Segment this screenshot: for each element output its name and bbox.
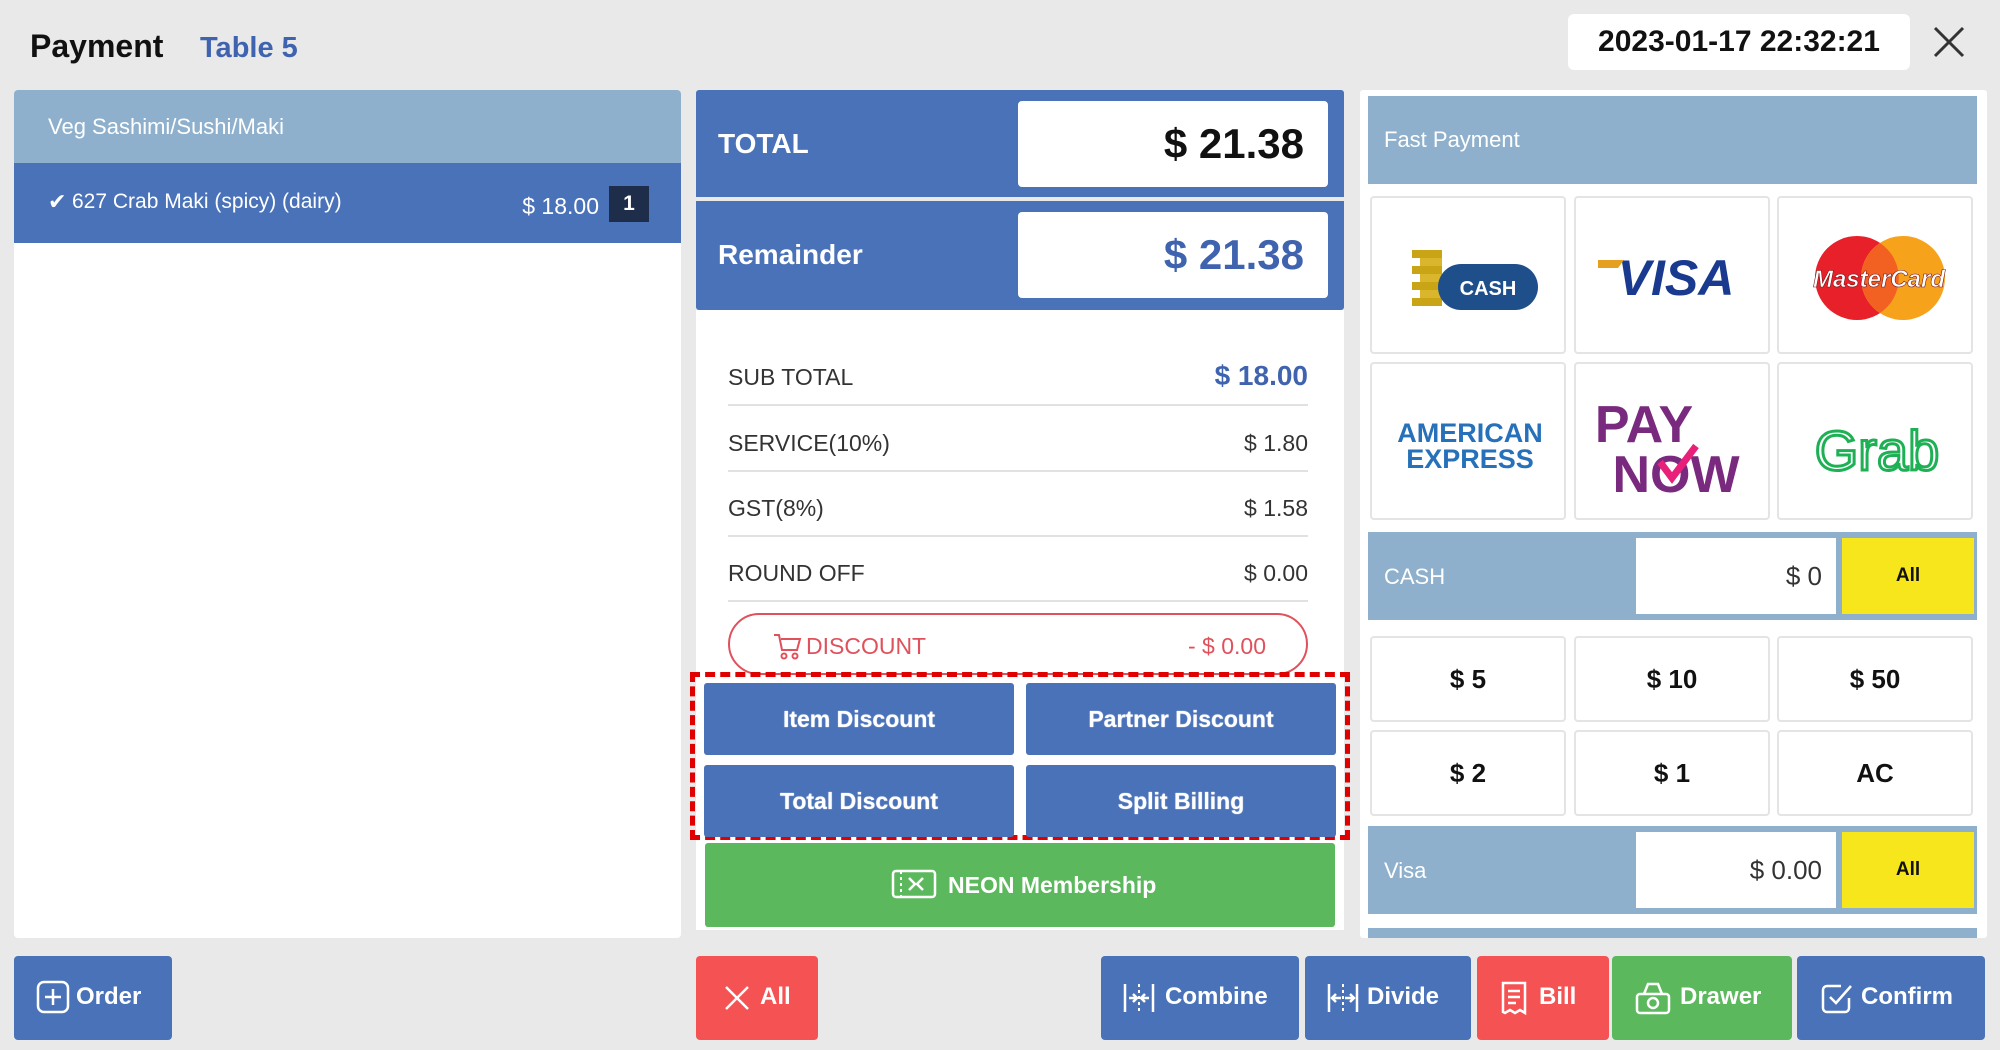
page-title: Payment xyxy=(30,28,164,64)
amex-logo-text-2: EXPRESS xyxy=(1406,444,1534,474)
partner-discount-button[interactable]: Partner Discount xyxy=(1026,683,1336,755)
check-icon: ✔ xyxy=(48,189,67,214)
paynow-icon: PAY NOW xyxy=(1595,396,1741,504)
cash-50-button[interactable]: $ 50 xyxy=(1777,636,1973,722)
split-billing-button[interactable]: Split Billing xyxy=(1026,765,1336,837)
neon-membership-button[interactable]: NEON Membership xyxy=(705,843,1335,927)
close-button[interactable] xyxy=(1925,18,1973,66)
next-amount-row xyxy=(1368,928,1977,938)
total-row: TOTAL $ 21.38 xyxy=(696,90,1344,198)
gst-value: $ 1.58 xyxy=(1244,495,1308,521)
round-off-label: ROUND OFF xyxy=(728,560,865,586)
total-value: $ 21.38 xyxy=(1018,101,1328,187)
mastercard-logo-text: MasterCard xyxy=(1813,266,1946,293)
round-off-value: $ 0.00 xyxy=(1244,560,1308,586)
total-label: TOTAL xyxy=(718,128,809,159)
confirm-button[interactable]: Confirm xyxy=(1797,956,1985,1040)
visa-logo-text: VISA xyxy=(1618,250,1735,306)
mastercard-payment-tile[interactable]: MasterCard xyxy=(1777,196,1973,354)
cash-amount-label: CASH xyxy=(1384,564,1446,589)
order-panel: Veg Sashimi/Sushi/Maki ✔ 627 Crab Maki (… xyxy=(14,90,681,938)
drawer-label: Drawer xyxy=(1680,983,1762,1010)
discount-label: DISCOUNT xyxy=(806,633,927,659)
clear-icon xyxy=(725,986,749,1010)
cash-drawer-icon xyxy=(1635,982,1671,1015)
order-item-quantity: 1 xyxy=(609,186,649,222)
combine-label: Combine xyxy=(1165,983,1268,1010)
visa-payment-tile[interactable]: VISA xyxy=(1574,196,1770,354)
cash-all-button[interactable]: All xyxy=(1842,538,1974,614)
cash-10-button[interactable]: $ 10 xyxy=(1574,636,1770,722)
drawer-button[interactable]: Drawer xyxy=(1612,956,1792,1040)
totals-box: TOTAL $ 21.38 Remainder $ 21.38 xyxy=(696,90,1344,310)
grab-icon: Grab xyxy=(1813,418,1941,484)
order-item-price: $ 18.00 xyxy=(522,193,599,219)
amex-payment-tile[interactable]: AMERICAN EXPRESS xyxy=(1370,362,1566,520)
table-label: Table 5 xyxy=(200,32,298,64)
neon-membership-label: NEON Membership xyxy=(948,872,1157,898)
gst-label: GST(8%) xyxy=(728,495,824,521)
service-value: $ 1.80 xyxy=(1244,430,1308,456)
visa-amount-input[interactable]: $ 0.00 xyxy=(1636,832,1836,908)
bill-label: Bill xyxy=(1539,983,1577,1010)
visa-all-button[interactable]: All xyxy=(1842,832,1974,908)
cash-payment-tile[interactable]: CASH xyxy=(1370,196,1566,354)
remainder-label: Remainder xyxy=(718,239,863,270)
add-icon xyxy=(36,980,70,1014)
total-discount-button[interactable]: Total Discount xyxy=(704,765,1014,837)
cart-icon xyxy=(774,634,802,660)
confirm-icon xyxy=(1821,984,1852,1014)
bill-icon xyxy=(1501,981,1527,1016)
cash-logo-text: CASH xyxy=(1460,278,1517,300)
divide-icon xyxy=(1327,984,1359,1012)
order-button-label: Order xyxy=(76,983,142,1010)
order-button[interactable]: Order xyxy=(14,956,172,1040)
mastercard-icon: MasterCard xyxy=(1813,236,1947,320)
gst-row: GST(8%) $ 1.58 xyxy=(728,473,1308,537)
visa-icon: VISA xyxy=(1598,250,1735,306)
cash-amount-row: CASH $ 0 All xyxy=(1368,532,1977,620)
remainder-value: $ 21.38 xyxy=(1018,212,1328,298)
cash-5-button[interactable]: $ 5 xyxy=(1370,636,1566,722)
cash-ac-button[interactable]: AC xyxy=(1777,730,1973,816)
amex-icon: AMERICAN EXPRESS xyxy=(1397,418,1543,474)
subtotal-value: $ 18.00 xyxy=(1214,360,1308,391)
discount-options-highlight: Item Discount Partner Discount Total Dis… xyxy=(690,672,1350,840)
service-row: SERVICE(10%) $ 1.80 xyxy=(728,408,1308,472)
subtotal-row: SUB TOTAL $ 18.00 xyxy=(728,342,1308,406)
grab-payment-tile[interactable]: Grab xyxy=(1777,362,1973,520)
fast-payment-panel: Fast Payment CASH VISA MasterCard AMERIC… xyxy=(1360,90,1987,938)
membership-card-icon xyxy=(891,869,937,899)
discount-value: - $ 0.00 xyxy=(1188,633,1266,659)
cash-2-button[interactable]: $ 2 xyxy=(1370,730,1566,816)
service-label: SERVICE(10%) xyxy=(728,430,890,456)
bill-button[interactable]: Bill xyxy=(1477,956,1609,1040)
combine-icon xyxy=(1123,984,1155,1012)
divide-button[interactable]: Divide xyxy=(1305,956,1471,1040)
fast-payment-header: Fast Payment xyxy=(1368,96,1977,184)
cash-amount-input[interactable]: $ 0 xyxy=(1636,538,1836,614)
close-icon xyxy=(1933,26,1965,58)
divide-label: Divide xyxy=(1367,983,1440,1010)
datetime-display: 2023-01-17 22:32:21 xyxy=(1568,14,1910,70)
visa-amount-row: Visa $ 0.00 All xyxy=(1368,826,1977,914)
combine-button[interactable]: Combine xyxy=(1101,956,1299,1040)
grab-logo-text: Grab xyxy=(1815,419,1940,482)
item-discount-button[interactable]: Item Discount xyxy=(704,683,1014,755)
cash-1-button[interactable]: $ 1 xyxy=(1574,730,1770,816)
cash-icon: CASH xyxy=(1412,250,1538,310)
paynow-payment-tile[interactable]: PAY NOW xyxy=(1574,362,1770,520)
order-item-name: 627 Crab Maki (spicy) (dairy) xyxy=(72,190,342,213)
confirm-label: Confirm xyxy=(1861,983,1953,1010)
clear-all-label: All xyxy=(760,983,791,1010)
discount-button[interactable]: DISCOUNT - $ 0.00 xyxy=(728,613,1308,675)
remainder-row: Remainder $ 21.38 xyxy=(696,201,1344,309)
visa-amount-label: Visa xyxy=(1384,858,1427,883)
order-item[interactable]: ✔ 627 Crab Maki (spicy) (dairy) $ 18.00 … xyxy=(14,163,681,243)
order-category-header[interactable]: Veg Sashimi/Sushi/Maki xyxy=(14,90,681,163)
clear-all-button[interactable]: All xyxy=(696,956,818,1040)
subtotal-label: SUB TOTAL xyxy=(728,364,854,390)
round-off-row: ROUND OFF $ 0.00 xyxy=(728,538,1308,602)
